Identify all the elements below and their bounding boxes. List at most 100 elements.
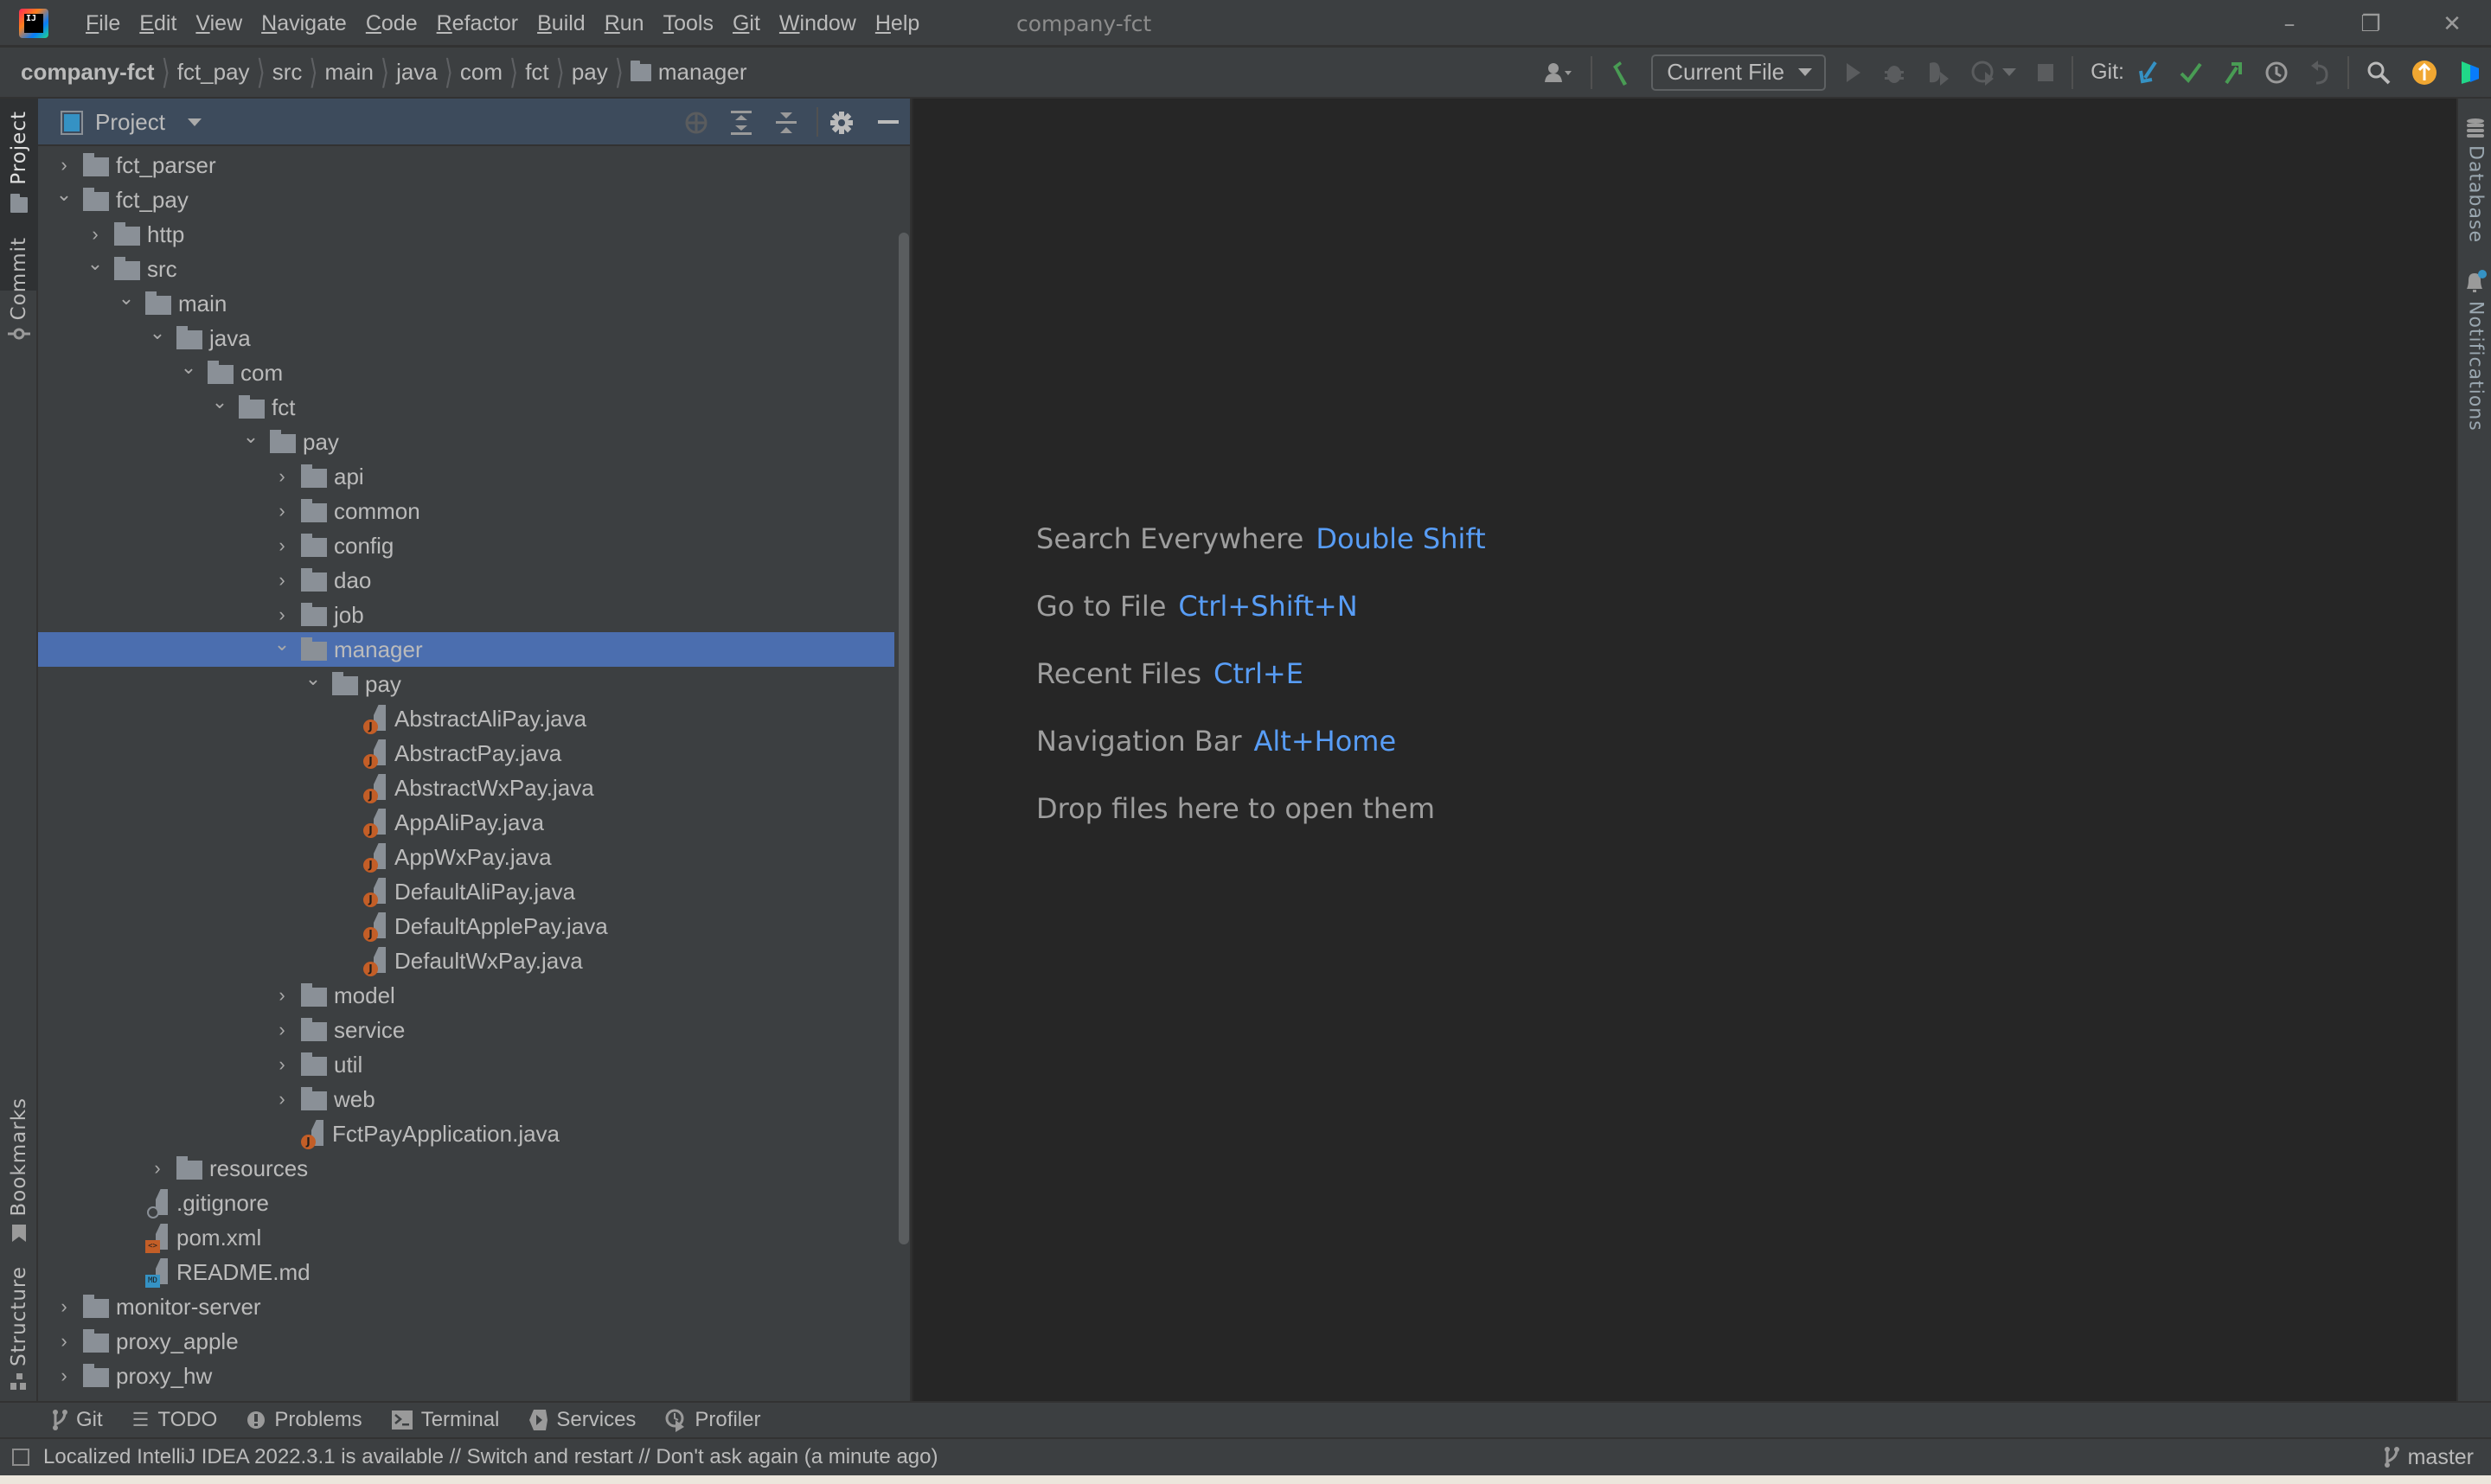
chevron-right-icon[interactable]: › <box>272 500 292 522</box>
tree-file-row[interactable]: ›JAbstractAliPay.java <box>38 701 894 736</box>
run-configuration-selector[interactable]: Current File <box>1651 54 1827 91</box>
tree-folder-row[interactable]: › api <box>38 459 894 494</box>
minimize-button[interactable]: – <box>2251 0 2328 48</box>
chevron-right-icon[interactable]: › <box>54 154 74 176</box>
coverage-icon[interactable] <box>1916 48 1961 97</box>
user-icon[interactable] <box>1534 48 1584 97</box>
editor-empty-area[interactable]: Search Everywhere Double Shift Go to File… <box>913 99 2456 1401</box>
chevron-right-icon[interactable]: › <box>54 1295 74 1318</box>
chevron-right-icon[interactable]: › <box>272 534 292 557</box>
breadcrumb-item[interactable]: main <box>318 59 381 86</box>
tool-tab-profiler[interactable]: Profiler <box>665 1408 760 1432</box>
tree-folder-row[interactable]: ⌄ manager <box>38 632 894 667</box>
tree-file-row[interactable]: ›JAbstractPay.java <box>38 736 894 771</box>
tree-folder-row[interactable]: ⌄ pay <box>38 667 894 701</box>
history-icon[interactable] <box>2254 48 2299 97</box>
status-message[interactable]: Localized IntelliJ IDEA 2022.3.1 is avai… <box>43 1445 938 1469</box>
git-update-icon[interactable] <box>2128 48 2169 97</box>
tree-folder-row[interactable]: › model <box>38 978 894 1013</box>
rollback-icon[interactable] <box>2299 48 2341 97</box>
tree-folder-row[interactable]: ⌄ fct_pay <box>38 182 894 217</box>
stop-icon[interactable] <box>2027 48 2065 97</box>
menu-file[interactable]: File <box>76 0 130 48</box>
run-icon[interactable] <box>1835 48 1873 97</box>
expand-all-icon[interactable] <box>721 99 761 146</box>
menu-build[interactable]: Build <box>528 0 595 48</box>
chevron-down-icon[interactable]: ⌄ <box>54 183 74 206</box>
tree-folder-row[interactable]: ⌄ pay <box>38 425 894 459</box>
menu-navigate[interactable]: Navigate <box>252 0 356 48</box>
git-commit-icon[interactable] <box>2169 48 2212 97</box>
chevron-down-icon[interactable]: ⌄ <box>147 322 168 344</box>
hide-icon[interactable] <box>868 99 908 146</box>
chevron-right-icon[interactable]: › <box>272 604 292 626</box>
tool-tab-commit[interactable]: Commit <box>0 237 38 341</box>
chevron-down-icon[interactable]: ⌄ <box>303 668 323 690</box>
chevron-down-icon[interactable]: ⌄ <box>209 391 230 413</box>
tree-folder-row[interactable]: › proxy_hw <box>38 1359 894 1393</box>
tree-folder-row[interactable]: › dao <box>38 563 894 598</box>
debug-icon[interactable] <box>1873 48 1916 97</box>
hint-shortcut[interactable]: Double Shift <box>1316 522 1485 555</box>
tree-folder-row[interactable]: › config <box>38 528 894 563</box>
tree-folder-row[interactable]: › resources <box>38 1151 894 1186</box>
tree-file-row[interactable]: ›MDREADME.md <box>38 1255 894 1289</box>
breadcrumb-item[interactable]: fct <box>518 59 555 86</box>
git-branch-widget[interactable]: master <box>2384 1439 2474 1475</box>
profile-icon[interactable] <box>1961 48 2001 97</box>
toolbox-icon[interactable] <box>2448 48 2491 97</box>
breadcrumb-item[interactable]: com <box>453 59 509 86</box>
chevron-right-icon[interactable]: › <box>147 1157 168 1180</box>
chevron-down-icon[interactable]: ⌄ <box>178 356 199 379</box>
menu-edit[interactable]: Edit <box>130 0 186 48</box>
tree-file-row[interactable]: ›JAbstractWxPay.java <box>38 771 894 805</box>
chevron-right-icon[interactable]: › <box>85 223 106 246</box>
tree-folder-row[interactable]: › web <box>38 1082 894 1116</box>
breadcrumb-item-current[interactable]: manager <box>658 59 754 86</box>
tool-tab-notifications[interactable]: Notifications <box>2458 270 2491 432</box>
tree-file-row[interactable]: ›JDefaultApplePay.java <box>38 909 894 943</box>
hint-shortcut[interactable]: Alt+Home <box>1253 725 1396 758</box>
tree-folder-row[interactable]: ⌄ com <box>38 355 894 390</box>
tree-folder-row[interactable]: ⌄ main <box>38 286 894 321</box>
chevron-right-icon[interactable]: › <box>54 1365 74 1387</box>
chevron-down-icon[interactable]: ⌄ <box>85 253 106 275</box>
menu-refactor[interactable]: Refactor <box>427 0 528 48</box>
tree-folder-row[interactable]: ⌄ fct <box>38 390 894 425</box>
tree-folder-row[interactable]: › monitor-server <box>38 1289 894 1324</box>
restore-button[interactable]: ❐ <box>2332 0 2410 48</box>
tree-folder-row[interactable]: › fct_parser <box>38 148 894 182</box>
update-icon[interactable] <box>2401 48 2448 97</box>
chevron-down-icon[interactable]: ⌄ <box>272 633 292 656</box>
tree-folder-row[interactable]: › common <box>38 494 894 528</box>
tree-folder-row[interactable]: › util <box>38 1047 894 1082</box>
gear-icon[interactable] <box>822 99 861 146</box>
chevron-right-icon[interactable]: › <box>272 465 292 488</box>
chevron-right-icon[interactable]: › <box>272 984 292 1007</box>
hint-shortcut[interactable]: Ctrl+E <box>1213 657 1303 690</box>
toggle-tool-windows-icon[interactable] <box>12 1449 29 1466</box>
tool-tab-bookmarks[interactable]: Bookmarks <box>0 1097 38 1243</box>
tree-scrollbar[interactable] <box>899 233 909 1244</box>
chevron-right-icon[interactable]: › <box>272 1088 292 1110</box>
locate-icon[interactable] <box>676 99 716 146</box>
tree-folder-row[interactable]: › job <box>38 598 894 632</box>
tool-tab-services[interactable]: Services <box>528 1408 636 1432</box>
chevron-right-icon[interactable]: › <box>272 569 292 592</box>
tool-tab-git[interactable]: Git <box>52 1408 103 1432</box>
tool-tab-database[interactable]: Database <box>2458 118 2491 243</box>
breadcrumb-item[interactable]: pay <box>565 59 615 86</box>
close-button[interactable]: ✕ <box>2413 0 2491 48</box>
tree-folder-row[interactable]: › http <box>38 217 894 252</box>
tool-tab-todo[interactable]: ☰ TODO <box>132 1408 218 1432</box>
tool-tab-structure[interactable]: Structure <box>0 1266 38 1391</box>
tree-folder-row[interactable]: ⌄ java <box>38 321 894 355</box>
git-push-icon[interactable] <box>2212 48 2254 97</box>
menu-help[interactable]: Help <box>866 0 929 48</box>
chevron-down-icon[interactable]: ⌄ <box>116 287 137 310</box>
chevron-right-icon[interactable]: › <box>272 1053 292 1076</box>
search-icon[interactable] <box>2356 48 2401 97</box>
menu-code[interactable]: Code <box>356 0 427 48</box>
breadcrumb-item[interactable]: java <box>389 59 445 86</box>
tool-tab-terminal[interactable]: Terminal <box>391 1408 499 1432</box>
